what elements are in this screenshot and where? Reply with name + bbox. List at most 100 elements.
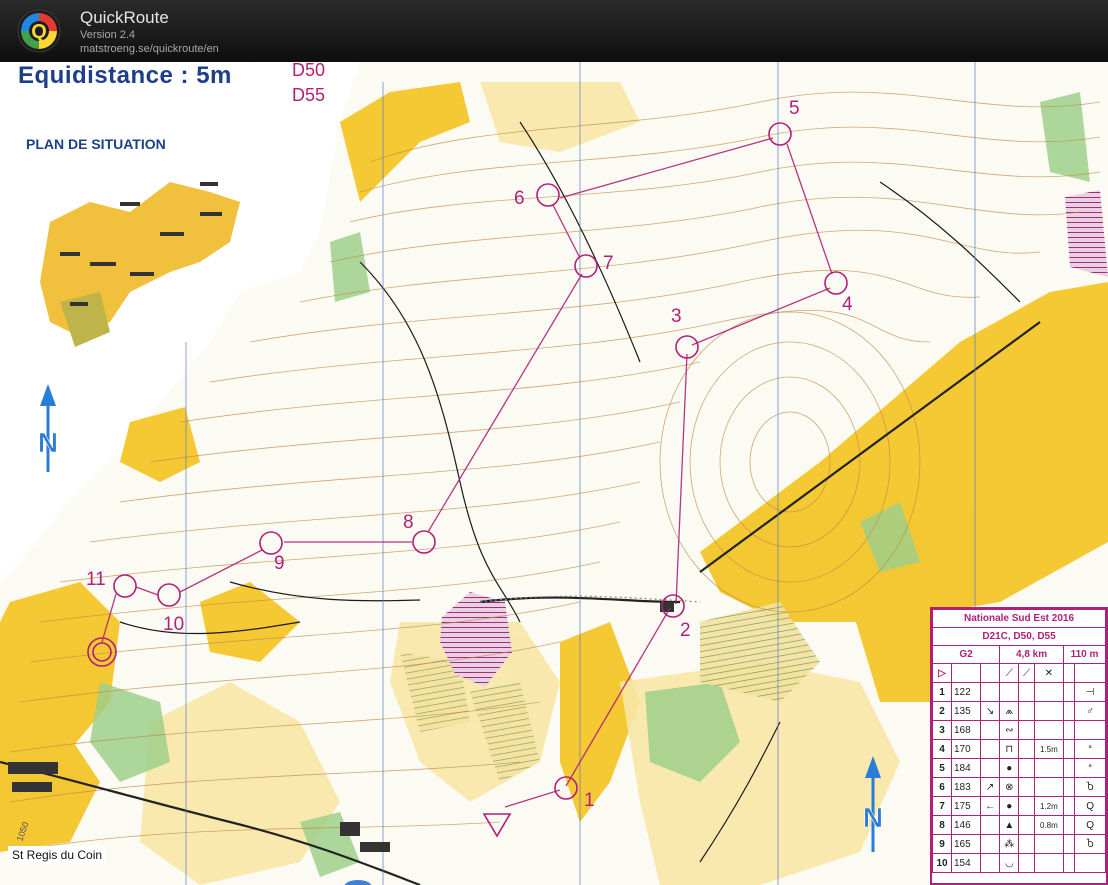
control-description-sheet: Nationale Sud Est 2016 D21C, D50, D55 G2… [930,607,1108,885]
quickroute-logo-icon: Q [17,9,61,53]
desc-cell-f: 1.2m [1033,796,1064,816]
desc-cell-f [1033,853,1064,873]
desc-cell-c [979,853,1001,873]
svg-text:N: N [863,802,883,833]
desc-cell-g: Q [1074,796,1106,816]
desc-cell-n: 6 [932,777,952,797]
control-number-11: 11 [86,569,106,590]
desc-row: 8 146 ▲ 0.8m Q [932,815,1106,835]
desc-cell-g [1074,720,1106,740]
desc-cell-blank [1062,777,1076,797]
control-number-4: 4 [842,294,853,315]
desc-row: 5 184 ● ᐤ [932,758,1106,778]
desc-cell-n: 8 [932,815,952,835]
control-number-8: 8 [403,512,414,533]
desc-cell-blank [1062,739,1076,759]
desc-row: 9 165 ⁂ Ⴆ [932,834,1106,854]
desc-cell-e [1018,796,1035,816]
desc-cell-code: 170 [951,739,981,759]
desc-cell-blank [1062,758,1076,778]
desc-cell-n: 10 [932,853,952,873]
desc-cell-e [1018,815,1035,835]
desc-cell-d: ∾ [999,720,1020,740]
desc-start-row: ▷ ⟋ ⟋ ✕ [932,663,1106,683]
control-number-3: 3 [671,306,682,327]
desc-cell-blank [1062,796,1076,816]
desc-cell-d: ◡ [999,853,1020,873]
desc-cell-c [979,682,1001,702]
desc-cell-code: 168 [951,720,981,740]
desc-cell-c [979,815,1001,835]
equidistance-label: Equidistance : 5m [18,62,232,89]
desc-cell-d: ● [999,796,1020,816]
desc-cell-f [1033,758,1064,778]
desc-cell-code: 183 [951,777,981,797]
course-label-d50: D50 [292,62,326,80]
desc-row: 10 154 ◡ [932,853,1106,873]
desc-cell-f [1033,682,1064,702]
desc-row: 1 122 ⊣ [932,682,1106,702]
desc-length: 4,8 km [999,645,1064,664]
app-url-link[interactable]: matstroeng.se/quickroute/en [80,43,219,55]
desc-cell-g: ⊣ [1074,682,1106,702]
desc-crossing-icon: ⟋ [1018,663,1035,683]
desc-cell-c [979,834,1001,854]
desc-row: 6 183 ↗ ⊗ Ⴆ [932,777,1106,797]
desc-cell-code: 175 [951,796,981,816]
desc-cell-n: 2 [932,701,952,721]
desc-cell-e [1018,853,1035,873]
desc-cell-e [1018,739,1035,759]
desc-row: 4 170 ⊓ 1.5m ᐤ [932,739,1106,759]
desc-cell-d: ▲ [999,815,1020,835]
desc-climb: 110 m [1062,645,1106,664]
desc-cell-g: Ⴆ [1074,834,1106,854]
desc-cell-code: 154 [951,853,981,873]
app-name: QuickRoute [80,8,169,27]
desc-cell-code: 184 [951,758,981,778]
desc-crossing-icon: ⟋ [999,663,1020,683]
desc-cell-n: 1 [932,682,952,702]
desc-cell-g: ♂ [1074,701,1106,721]
desc-row: 3 168 ∾ [932,720,1106,740]
desc-course: G2 [932,645,1001,664]
svg-text:N: N [38,427,58,458]
desc-cell-d: ⊓ [999,739,1020,759]
town-label: St Regis du Coin [8,846,107,864]
desc-cell-blank [1062,834,1076,854]
desc-cell-n: 7 [932,796,952,816]
desc-cell-g: ᐤ [1074,758,1106,778]
control-number-7: 7 [603,253,614,274]
svg-text:Q: Q [31,21,47,43]
desc-cell-d [999,682,1020,702]
desc-cell-d: ⊗ [999,777,1020,797]
desc-cell-code: 146 [951,815,981,835]
desc-cell-blank [1062,720,1076,740]
desc-cell-g [1074,853,1106,873]
desc-cell-blank [1062,682,1076,702]
desc-cell-f [1033,777,1064,797]
orienteering-map[interactable]: N N 1050 Equidistance: 5m D50 D55 PLAN … [0,62,1108,885]
desc-cell-c: ↗ [979,777,1001,797]
desc-event: Nationale Sud Est 2016 [932,609,1106,628]
desc-cell-f: 1.5m [1033,739,1064,759]
control-number-5: 5 [789,98,800,119]
desc-cell-d: ⁂ [999,834,1020,854]
desc-cell-d: ● [999,758,1020,778]
desc-cell-n: 3 [932,720,952,740]
desc-crossing-icon: ✕ [1033,663,1064,683]
desc-cell-c [979,758,1001,778]
desc-cell-n: 9 [932,834,952,854]
desc-cell-d: ⩕ [999,701,1020,721]
desc-cell-e [1018,777,1035,797]
desc-row: 7 175 ← ● 1.2m Q [932,796,1106,816]
desc-cell-f [1033,720,1064,740]
desc-cell-blank [1062,853,1076,873]
desc-classes: D21C, D50, D55 [932,627,1106,646]
title-bar: Q QuickRoute Version 2.4 matstroeng.se/q… [0,0,1108,62]
desc-cell-e [1018,758,1035,778]
desc-cell-c: ↘ [979,701,1001,721]
desc-cell-code: 165 [951,834,981,854]
desc-cell-g: Q [1074,815,1106,835]
situation-plan-title: PLAN DE SITUATION [26,136,166,152]
desc-cell-f: 0.8m [1033,815,1064,835]
